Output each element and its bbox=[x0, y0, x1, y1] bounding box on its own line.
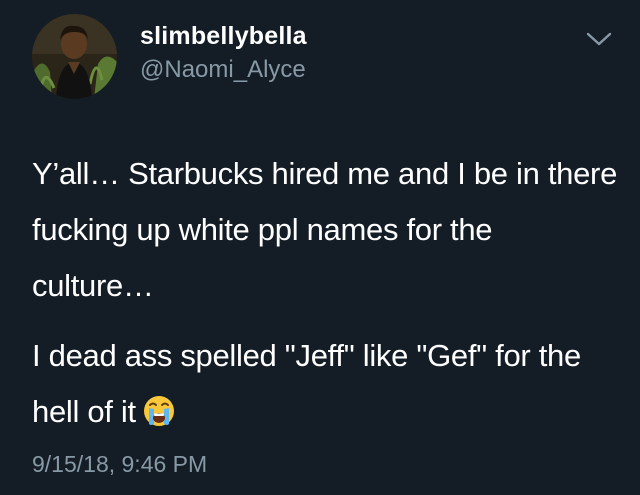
chevron-down-icon[interactable] bbox=[584, 28, 614, 50]
loudly-crying-face-icon bbox=[142, 390, 176, 426]
tweet-text: Y’all… Starbucks hired me and I be in th… bbox=[32, 146, 622, 440]
tweet-card: slimbellybella @Naomi_Alyce Y’all… Starb… bbox=[0, 0, 640, 495]
tweet-paragraph: I dead ass spelled "Jeff" like "Gef" for… bbox=[32, 338, 581, 429]
avatar[interactable] bbox=[32, 14, 117, 99]
display-name[interactable]: slimbellybella bbox=[140, 22, 307, 51]
user-handle[interactable]: @Naomi_Alyce bbox=[140, 56, 306, 84]
tweet-timestamp[interactable]: 9/15/18, 9:46 PM bbox=[32, 451, 207, 478]
tweet-paragraph-with-emoji: I dead ass spelled "Jeff" like "Gef" for… bbox=[32, 328, 622, 440]
tweet-paragraph: Y’all… Starbucks hired me and I be in th… bbox=[32, 156, 618, 303]
